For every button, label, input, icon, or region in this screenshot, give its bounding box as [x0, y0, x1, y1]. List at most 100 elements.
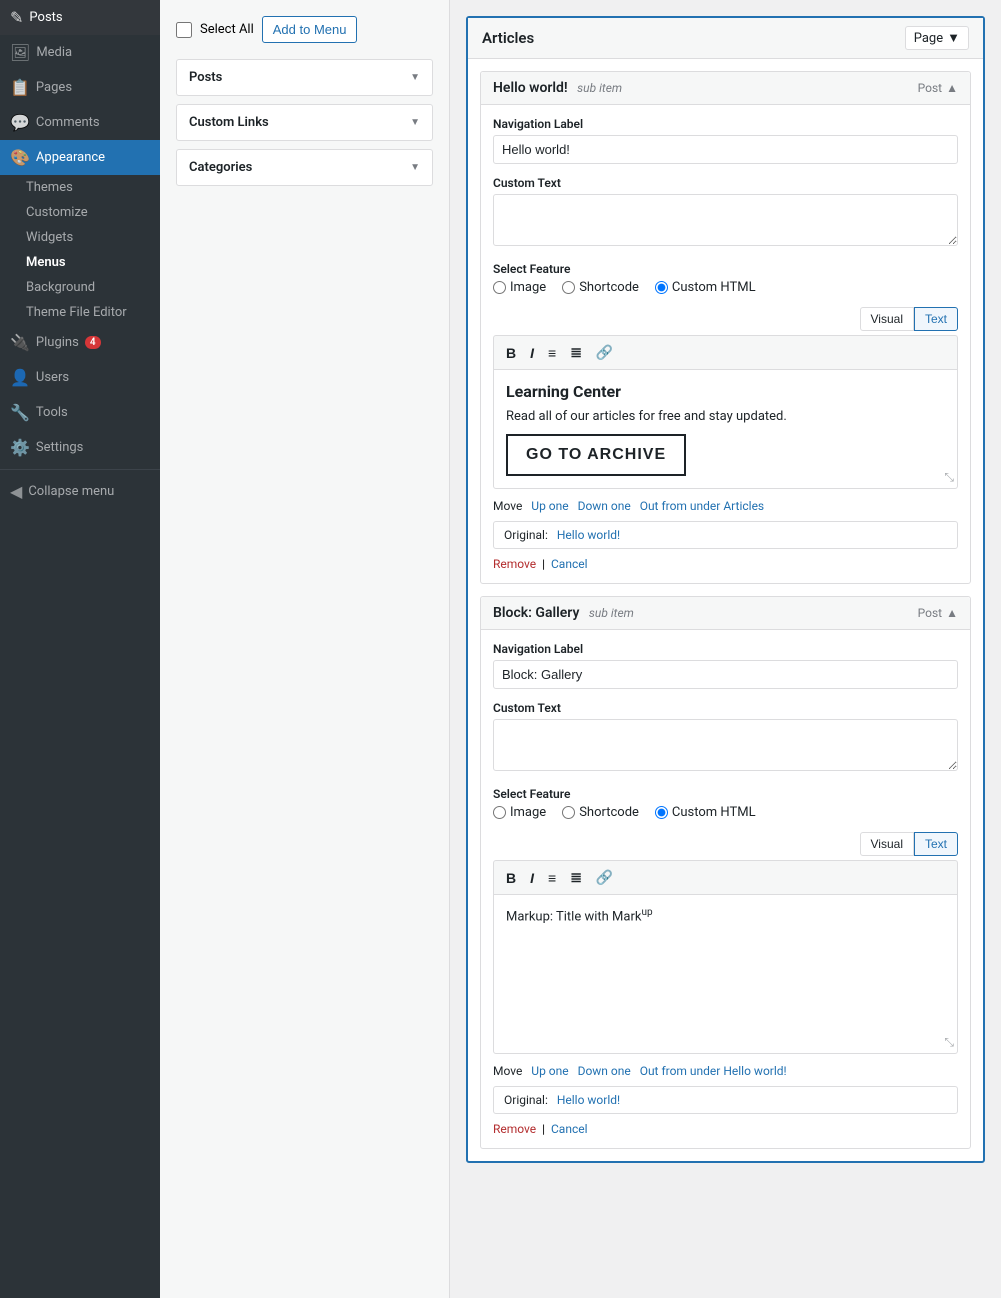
menu-item-block-gallery-title: Block: Gallery sub item: [493, 605, 634, 621]
feature-image-1[interactable]: Image: [493, 280, 546, 295]
accordion-custom-links-header[interactable]: Custom Links ▼: [177, 105, 432, 140]
italic-button-1[interactable]: I: [526, 343, 538, 363]
sidebar-item-tools[interactable]: 🔧 Tools: [0, 395, 160, 430]
ordered-list-button-2[interactable]: ≣: [566, 867, 586, 888]
custom-text-field-2: Custom Text: [493, 701, 958, 715]
visual-tab-2[interactable]: Visual: [860, 832, 914, 856]
link-button-2[interactable]: 🔗: [592, 867, 617, 888]
feature-shortcode-1[interactable]: Shortcode: [562, 280, 639, 295]
visual-tab-1[interactable]: Visual: [860, 307, 914, 331]
sidebar-item-appearance[interactable]: 🎨 Appearance: [0, 140, 160, 175]
archive-button-1[interactable]: GO TO ARCHIVE: [506, 434, 686, 476]
sidebar-item-posts[interactable]: ✎ Posts: [0, 0, 160, 35]
sidebar-item-media[interactable]: 🖼 Media: [0, 35, 160, 70]
move-out-link-2[interactable]: Out from under Hello world!: [640, 1064, 787, 1078]
text-tab-2[interactable]: Text: [914, 832, 958, 856]
cancel-link-1[interactable]: Cancel: [551, 557, 588, 571]
move-down-link-1[interactable]: Down one: [578, 499, 631, 513]
feature-custom-html-2[interactable]: Custom HTML: [655, 805, 756, 820]
ordered-list-button-1[interactable]: ≣: [566, 342, 586, 363]
articles-title: Articles: [482, 29, 534, 47]
move-row-2: Move Up one Down one Out from under Hell…: [493, 1064, 958, 1078]
original-link-2[interactable]: Hello world!: [557, 1093, 620, 1107]
articles-page-select[interactable]: Page ▼: [905, 26, 969, 50]
accordion-posts-chevron: ▼: [410, 72, 420, 83]
original-row-1: Original: Hello world!: [493, 521, 958, 549]
feature-image-2[interactable]: Image: [493, 805, 546, 820]
add-to-menu-button[interactable]: Add to Menu: [262, 16, 358, 43]
block-gallery-collapse-icon: ▲: [946, 606, 958, 620]
select-feature-row-1: Select Feature Image Shortcode: [493, 262, 958, 295]
sidebar-item-comments[interactable]: 💬 Comments: [0, 105, 160, 140]
hello-world-post-badge[interactable]: Post ▲: [918, 81, 958, 95]
feature-shortcode-radio-2[interactable]: [562, 806, 575, 819]
feature-custom-html-1[interactable]: Custom HTML: [655, 280, 756, 295]
feature-custom-html-radio-1[interactable]: [655, 281, 668, 294]
link-button-1[interactable]: 🔗: [592, 342, 617, 363]
accordion-categories-label: Categories: [189, 160, 252, 175]
sidebar-item-comments-label: Comments: [36, 115, 100, 130]
sidebar-item-users-label: Users: [36, 370, 69, 385]
original-label-1: Original:: [504, 528, 548, 542]
sidebar-item-users[interactable]: 👤 Users: [0, 360, 160, 395]
unordered-list-button-2[interactable]: ≡: [544, 868, 560, 888]
select-all-checkbox[interactable]: [176, 22, 192, 38]
feature-image-radio-1[interactable]: [493, 281, 506, 294]
left-panel: Select All Add to Menu Posts ▼ Custom Li…: [160, 0, 450, 1298]
feature-shortcode-radio-1[interactable]: [562, 281, 575, 294]
sidebar-item-themes[interactable]: Themes: [12, 175, 160, 200]
select-feature-options-2: Image Shortcode Custom HTML: [493, 805, 958, 820]
sidebar-item-plugins[interactable]: 🔌 Plugins 4: [0, 325, 160, 360]
bold-button-2[interactable]: B: [502, 868, 520, 888]
nav-label-input-2[interactable]: [493, 660, 958, 689]
custom-text-textarea-1[interactable]: [493, 194, 958, 246]
sidebar-item-widgets[interactable]: Widgets: [12, 225, 160, 250]
menu-item-hello-world-header: Hello world! sub item Post ▲: [481, 72, 970, 105]
sidebar-item-pages[interactable]: 📋 Pages: [0, 70, 160, 105]
comments-icon: 💬: [10, 113, 30, 132]
sidebar-item-menus[interactable]: Menus: [12, 250, 160, 275]
sidebar-item-settings[interactable]: ⚙️ Settings: [0, 430, 160, 465]
sidebar-item-background[interactable]: Background: [12, 275, 160, 300]
tools-icon: 🔧: [10, 403, 30, 422]
editor-content-1[interactable]: Learning Center Read all of our articles…: [493, 369, 958, 489]
editor-content-2[interactable]: Markup: Title with Markup ⤡: [493, 894, 958, 1054]
sidebar-item-customize[interactable]: Customize: [12, 200, 160, 225]
accordion-posts-header[interactable]: Posts ▼: [177, 60, 432, 95]
feature-shortcode-2[interactable]: Shortcode: [562, 805, 639, 820]
action-row-2: Remove | Cancel: [493, 1122, 958, 1136]
bold-button-1[interactable]: B: [502, 343, 520, 363]
feature-custom-html-radio-2[interactable]: [655, 806, 668, 819]
nav-label-input-1[interactable]: [493, 135, 958, 164]
move-down-link-2[interactable]: Down one: [578, 1064, 631, 1078]
text-tab-1[interactable]: Text: [914, 307, 958, 331]
sidebar-item-collapse[interactable]: ◀ Collapse menu: [0, 474, 160, 509]
appearance-submenu: Themes Customize Widgets Menus Backgroun…: [0, 175, 160, 325]
accordion-categories-header[interactable]: Categories ▼: [177, 150, 432, 185]
remove-link-2[interactable]: Remove: [493, 1122, 536, 1136]
original-label-2: Original:: [504, 1093, 548, 1107]
posts-icon: ✎: [10, 8, 23, 27]
block-gallery-post-badge[interactable]: Post ▲: [918, 606, 958, 620]
move-up-link-1[interactable]: Up one: [531, 499, 568, 513]
accordion-custom-links-label: Custom Links: [189, 115, 269, 130]
cancel-link-2[interactable]: Cancel: [551, 1122, 588, 1136]
move-out-link-1[interactable]: Out from under Articles: [640, 499, 764, 513]
italic-button-2[interactable]: I: [526, 868, 538, 888]
feature-image-radio-2[interactable]: [493, 806, 506, 819]
unordered-list-button-1[interactable]: ≡: [544, 343, 560, 363]
select-feature-options-1: Image Shortcode Custom HTML: [493, 280, 958, 295]
sidebar-divider: [0, 469, 160, 470]
editor-toolbar-2: B I ≡ ≣ 🔗: [493, 860, 958, 894]
custom-text-field-1: Custom Text: [493, 176, 958, 190]
select-feature-row-2: Select Feature Image Shortcode: [493, 787, 958, 820]
sidebar-item-theme-file-editor[interactable]: Theme File Editor: [12, 300, 160, 325]
accordion-categories: Categories ▼: [176, 149, 433, 186]
custom-text-textarea-2[interactable]: [493, 719, 958, 771]
plugins-icon: 🔌: [10, 333, 30, 352]
move-up-link-2[interactable]: Up one: [531, 1064, 568, 1078]
remove-link-1[interactable]: Remove: [493, 557, 536, 571]
menu-item-block-gallery-header: Block: Gallery sub item Post ▲: [481, 597, 970, 630]
original-link-1[interactable]: Hello world!: [557, 528, 620, 542]
page-chevron: ▼: [947, 30, 960, 46]
